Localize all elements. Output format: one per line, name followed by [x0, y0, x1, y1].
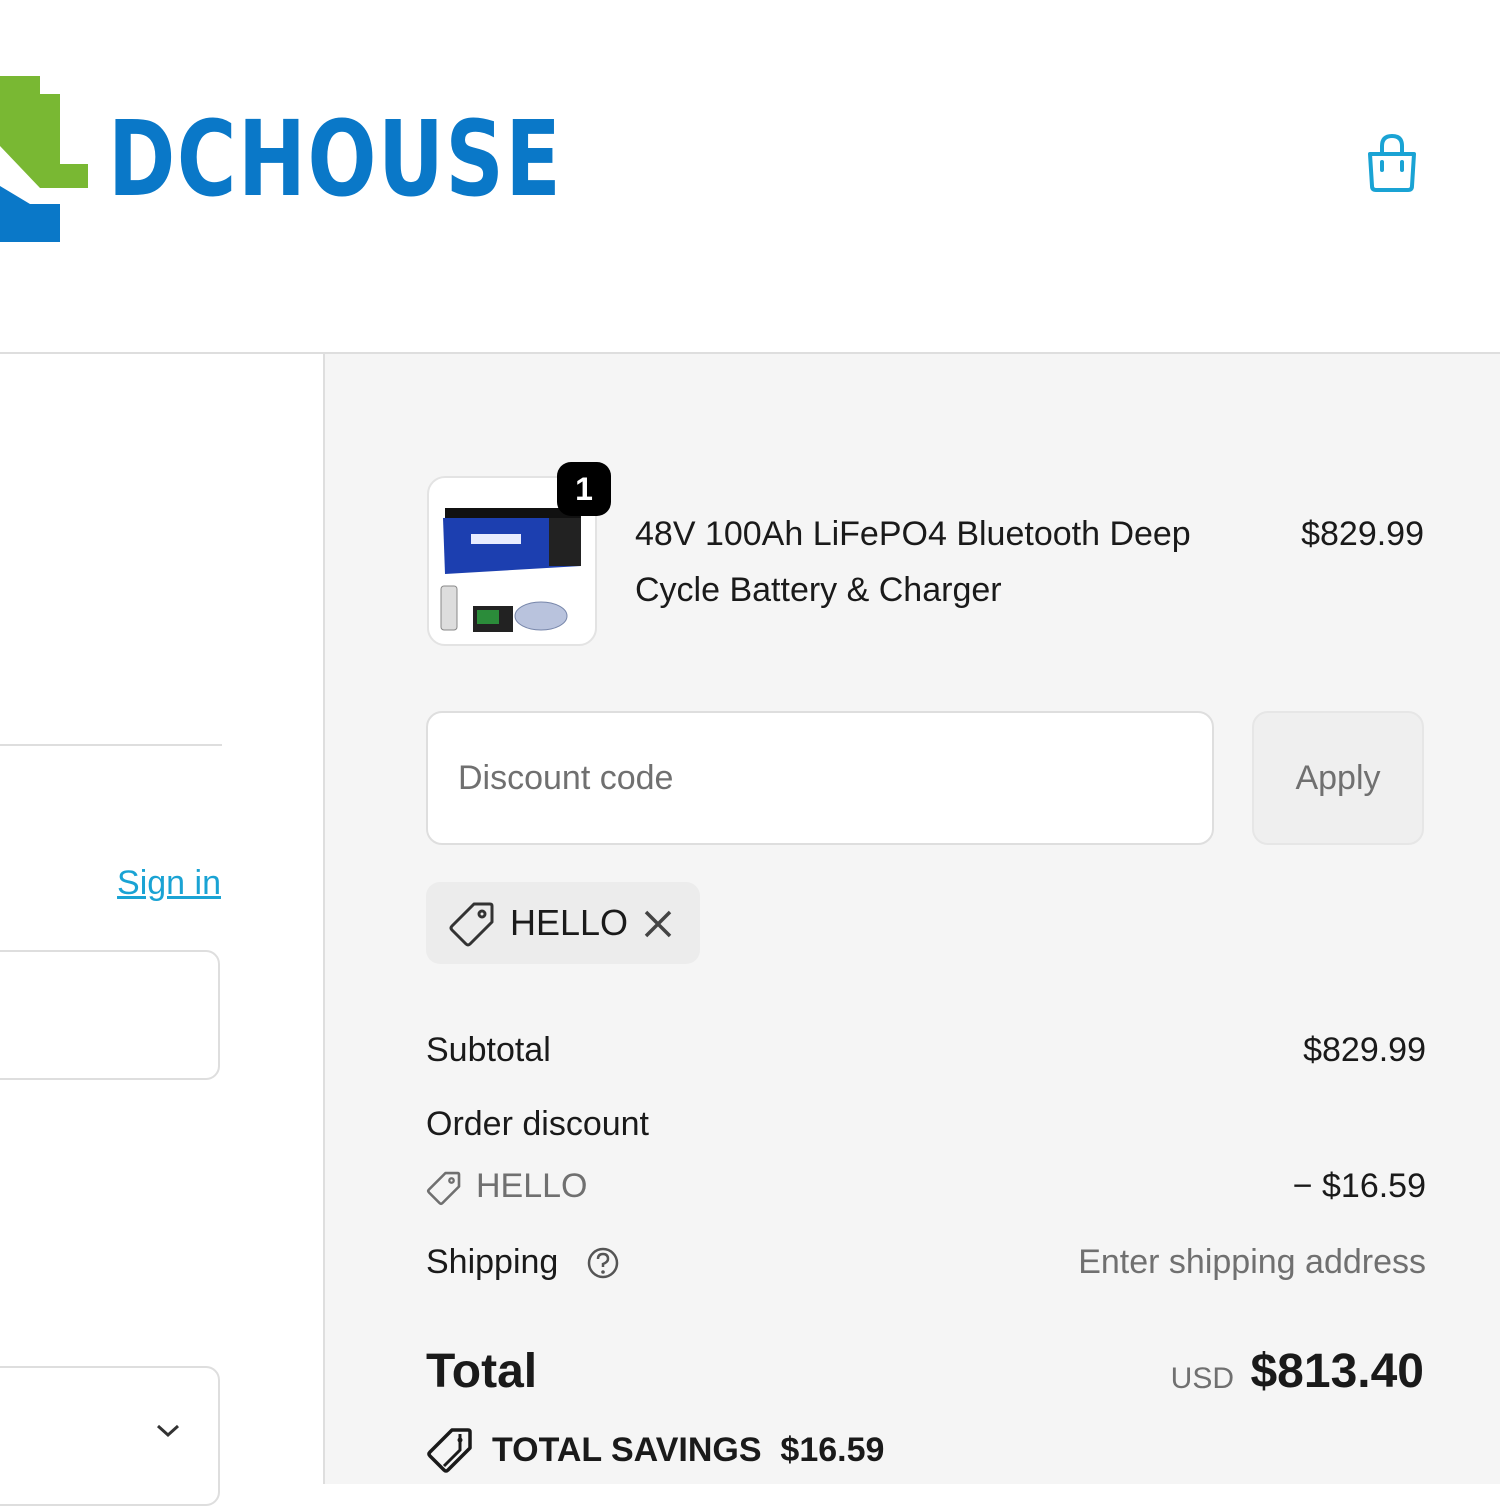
order-discount-code: HELLO: [476, 1167, 588, 1205]
discount-code-input[interactable]: [426, 711, 1214, 845]
total-label: Total: [426, 1345, 538, 1398]
divider: [0, 744, 222, 746]
product-name: 48V 100Ah LiFePO4 Bluetooth Deep Cycle B…: [635, 515, 1191, 609]
shipping-label: Shipping: [426, 1243, 559, 1281]
checkout-form-panel: Sign in: [0, 354, 323, 1506]
apply-button[interactable]: Apply: [1252, 711, 1424, 845]
total-savings: TOTAL SAVINGS $16.59: [426, 1426, 884, 1474]
applied-code-label: HELLO: [510, 902, 629, 943]
tag-icon: [449, 902, 494, 947]
site-header: DCHOUSE: [0, 0, 1500, 354]
applied-discount-chip: HELLO: [426, 882, 700, 964]
country-select[interactable]: [0, 1366, 220, 1506]
order-summary: 1 48V 100Ah LiFePO4 Bluetooth Deep Cycle…: [325, 354, 1500, 1484]
chevron-down-icon: [156, 1424, 180, 1438]
order-discount-label: Order discount: [426, 1105, 649, 1143]
quantity-badge: 1: [557, 462, 611, 516]
subtotal-label: Subtotal: [426, 1031, 551, 1069]
sign-in-link[interactable]: Sign in: [117, 864, 221, 903]
savings-tag-icon: [427, 1428, 472, 1473]
dchouse-logo-mark: [0, 76, 88, 242]
savings-value: $16.59: [780, 1431, 885, 1469]
close-icon[interactable]: [640, 906, 676, 942]
order-discount-value: − $16.59: [1292, 1167, 1426, 1205]
contact-input[interactable]: [0, 950, 220, 1080]
savings-label: TOTAL SAVINGS: [492, 1431, 762, 1469]
subtotal-value: $829.99: [1303, 1031, 1426, 1069]
help-icon[interactable]: [586, 1246, 620, 1280]
total-value: $813.40: [1250, 1345, 1424, 1398]
cart-button[interactable]: [1362, 130, 1422, 194]
product-price: $829.99: [1301, 515, 1424, 553]
logo-text[interactable]: DCHOUSE: [108, 104, 562, 214]
shopping-bag-icon: [1368, 133, 1416, 192]
shipping-value: Enter shipping address: [1078, 1243, 1426, 1281]
tag-icon: [426, 1171, 461, 1206]
currency-code: USD: [1170, 1362, 1234, 1395]
